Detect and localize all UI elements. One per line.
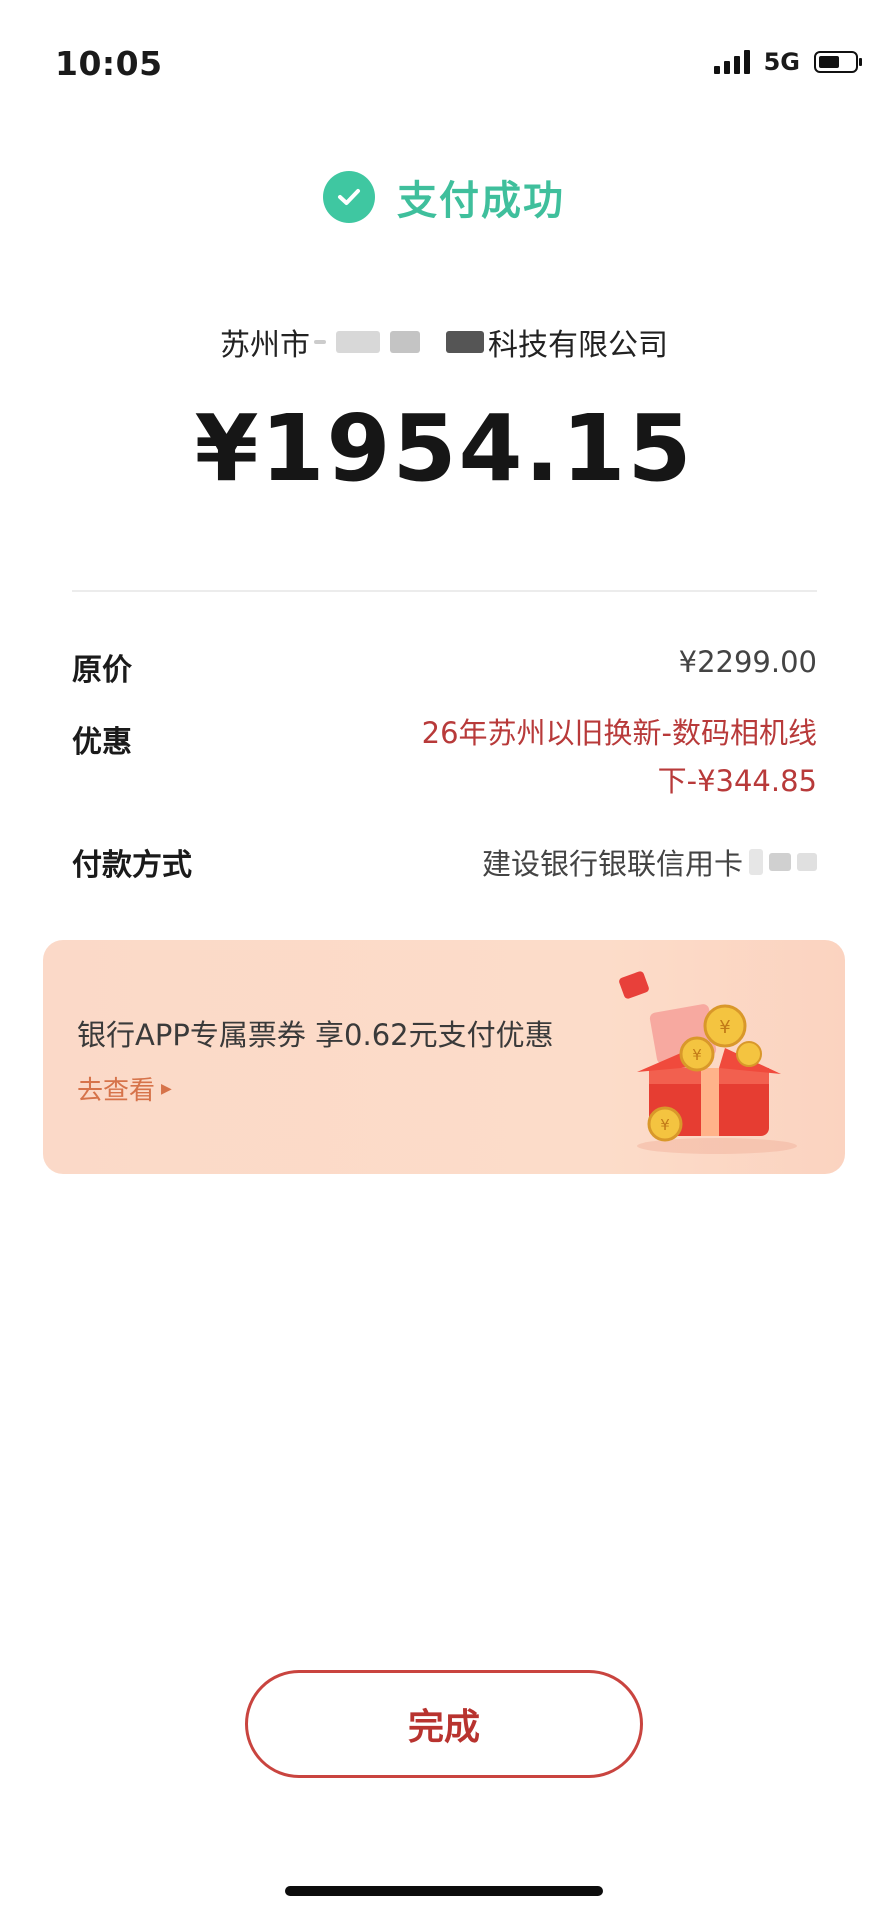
promo-banner[interactable]: 银行APP专属票券 享0.62元支付优惠 去查看 ▶ ¥ ¥ ¥ xyxy=(43,940,845,1174)
discount-line-1: 26年苏州以旧换新-数码相机线 xyxy=(421,716,817,750)
merchant-suffix: 科技有限公司 xyxy=(488,328,668,363)
original-price-value: ¥2299.00 xyxy=(678,645,817,679)
promo-title: 银行APP专属票券 享0.62元支付优惠 xyxy=(77,1018,554,1052)
home-indicator[interactable] xyxy=(285,1886,603,1896)
payment-method-value: 建设银行银联信用卡 xyxy=(482,840,817,884)
gift-box-icon: ¥ ¥ ¥ xyxy=(619,971,797,1154)
triangle-right-icon: ▶ xyxy=(161,1080,172,1097)
divider xyxy=(72,590,817,592)
status-bar: 10:05 5G xyxy=(0,0,888,130)
network-label: 5G xyxy=(763,48,800,76)
discount-row: 优惠 26年苏州以旧换新-数码相机线 下-¥344.85 xyxy=(72,716,817,805)
merchant-name: 苏州市 科技有限公司 xyxy=(0,320,888,364)
svg-text:¥: ¥ xyxy=(660,1116,670,1134)
discount-line-2: 下-¥344.85 xyxy=(657,764,817,798)
payment-method-text: 建设银行银联信用卡 xyxy=(481,847,743,881)
svg-text:¥: ¥ xyxy=(719,1017,730,1038)
signal-icon xyxy=(713,50,750,74)
original-price-row: 原价 ¥2299.00 xyxy=(72,645,817,689)
promo-link-text: 去查看 xyxy=(77,1076,156,1106)
discount-label: 优惠 xyxy=(72,725,132,760)
payment-method-row: 付款方式 建设银行银联信用卡 xyxy=(72,840,817,884)
done-button[interactable]: 完成 xyxy=(245,1670,643,1778)
merchant-prefix: 苏州市 xyxy=(220,328,310,363)
status-indicators: 5G xyxy=(713,48,862,76)
status-time: 10:05 xyxy=(55,44,163,83)
discount-value: 26年苏州以旧换新-数码相机线 下-¥344.85 xyxy=(422,709,817,805)
success-title: 支付成功 xyxy=(397,178,565,224)
check-circle-icon xyxy=(323,171,375,223)
merchant-redacted xyxy=(314,331,484,353)
svg-text:¥: ¥ xyxy=(692,1046,702,1064)
payment-success-header: 支付成功 xyxy=(0,168,888,226)
original-price-label: 原价 xyxy=(72,653,132,688)
card-number-redacted xyxy=(749,849,817,875)
payment-method-label: 付款方式 xyxy=(72,848,192,883)
battery-icon xyxy=(814,51,862,73)
payment-amount: ¥1954.15 xyxy=(194,395,694,502)
promo-link[interactable]: 去查看 ▶ xyxy=(77,1070,172,1107)
